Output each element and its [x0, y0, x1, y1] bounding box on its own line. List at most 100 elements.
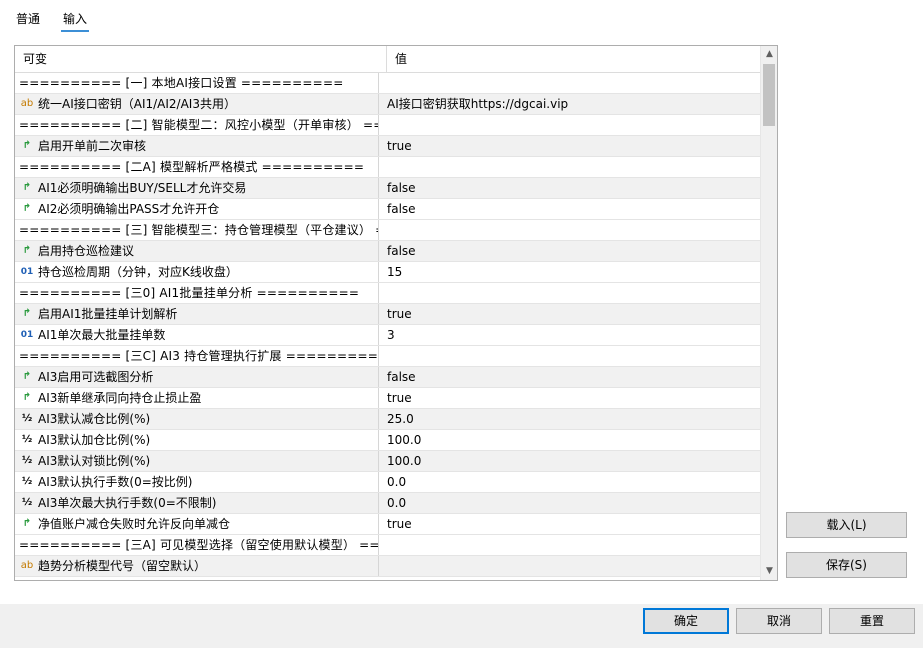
bool-type-icon: ↱	[22, 308, 32, 319]
row-label: AI2必须明确输出PASS才允许开仓	[38, 202, 220, 216]
row-label: AI1单次最大批量挂单数	[38, 328, 166, 342]
variable-value[interactable]	[387, 346, 757, 366]
row-label: 净值账户减仓失败时允许反向单减仓	[38, 517, 231, 531]
input-row[interactable]: ½ AI3默认执行手数(0=按比例) 0.0	[15, 472, 760, 493]
int-type-icon: 01	[20, 267, 34, 277]
variable-name: ½ AI3单次最大执行手数(0=不限制)	[15, 493, 379, 513]
row-label: 启用开单前二次审核	[38, 139, 147, 153]
variable-value[interactable]: 0.0	[387, 493, 757, 513]
variable-value[interactable]	[387, 283, 757, 303]
column-header-value[interactable]: 值	[387, 46, 755, 72]
dialog-panel: 普通 输入 可变 值 ========== [一] 本地AI接口设置 =====…	[0, 0, 923, 604]
input-row[interactable]: ↱ 启用开单前二次审核 true	[15, 136, 760, 157]
vertical-scrollbar[interactable]: ▲ ▼	[760, 46, 777, 580]
row-label: 启用AI1批量挂单计划解析	[38, 307, 178, 321]
input-row[interactable]: ↱ AI3启用可选截图分析 false	[15, 367, 760, 388]
variable-value[interactable]: 0.0	[387, 472, 757, 492]
tab-common[interactable]: 普通	[16, 11, 40, 27]
tab-inputs[interactable]: 输入	[60, 11, 90, 32]
variable-value[interactable]	[387, 115, 757, 135]
grid-header: 可变 值	[15, 46, 760, 73]
ok-button[interactable]: 确定	[643, 608, 729, 634]
variable-name: ↱ 净值账户减仓失败时允许反向单减仓	[15, 514, 379, 534]
separator-label: ========== [三C] AI3 持仓管理执行扩展 ==========	[15, 346, 379, 366]
input-row[interactable]: ½ AI3单次最大执行手数(0=不限制) 0.0	[15, 493, 760, 514]
section-separator-row[interactable]: ========== [三A] 可见模型选择（留空使用默认模型） ===...	[15, 535, 760, 556]
inputs-grid: 可变 值 ========== [一] 本地AI接口设置 ========== a…	[14, 45, 778, 581]
text-type-icon: ab	[20, 560, 34, 571]
variable-name: ½ AI3默认加仓比例(%)	[15, 430, 379, 450]
variable-name: ↱ 启用持仓巡检建议	[15, 241, 379, 261]
variable-value[interactable]	[387, 157, 757, 177]
variable-value[interactable]	[387, 535, 757, 555]
variable-name: ↱ 启用AI1批量挂单计划解析	[15, 304, 379, 324]
variable-value[interactable]: false	[387, 241, 757, 261]
row-label: ========== [三] 智能模型三：持仓管理模型（平仓建议） =...	[19, 223, 379, 237]
load-button[interactable]: 载入(L)	[786, 512, 907, 538]
section-separator-row[interactable]: ========== [三C] AI3 持仓管理执行扩展 ==========	[15, 346, 760, 367]
bool-type-icon: ↱	[22, 245, 32, 256]
grid-rows: ========== [一] 本地AI接口设置 ========== ab 统一AI…	[15, 73, 760, 577]
input-row[interactable]: ↱ AI3新单继承同向持仓止损止盈 true	[15, 388, 760, 409]
variable-value[interactable]: false	[387, 199, 757, 219]
variable-value[interactable]	[387, 73, 757, 93]
text-type-icon: ab	[20, 98, 34, 109]
variable-value[interactable]: true	[387, 136, 757, 156]
variable-value[interactable]	[387, 556, 757, 576]
row-label: AI3默认减仓比例(%)	[38, 412, 151, 426]
variable-value[interactable]: false	[387, 367, 757, 387]
section-separator-row[interactable]: ========== [三] 智能模型三：持仓管理模型（平仓建议） =...	[15, 220, 760, 241]
input-row[interactable]: ↱ 启用持仓巡检建议 false	[15, 241, 760, 262]
section-separator-row[interactable]: ========== [二A] 模型解析严格模式 ==========	[15, 157, 760, 178]
cancel-button[interactable]: 取消	[736, 608, 822, 634]
variable-value[interactable]: true	[387, 304, 757, 324]
section-separator-row[interactable]: ========== [一] 本地AI接口设置 ==========	[15, 73, 760, 94]
scrollbar-thumb[interactable]	[763, 64, 775, 126]
variable-value[interactable]: 15	[387, 262, 757, 282]
section-separator-row[interactable]: ========== [二] 智能模型二：风控小模型（开单审核） ===...	[15, 115, 760, 136]
row-label: AI3单次最大执行手数(0=不限制)	[38, 496, 217, 510]
scroll-up-icon[interactable]: ▲	[761, 46, 777, 63]
variable-name: ½ AI3默认对锁比例(%)	[15, 451, 379, 471]
row-label: ========== [三A] 可见模型选择（留空使用默认模型） ===...	[19, 538, 379, 552]
reset-button[interactable]: 重置	[829, 608, 915, 634]
variable-name: ↱ AI3新单继承同向持仓止损止盈	[15, 388, 379, 408]
row-label: ========== [一] 本地AI接口设置 ==========	[19, 76, 344, 90]
input-row[interactable]: 01 AI1单次最大批量挂单数 3	[15, 325, 760, 346]
input-row[interactable]: ½ AI3默认加仓比例(%) 100.0	[15, 430, 760, 451]
input-row[interactable]: 01 持仓巡检周期（分钟，对应K线收盘） 15	[15, 262, 760, 283]
variable-value[interactable]: 100.0	[387, 451, 757, 471]
variable-name: ↱ AI2必须明确输出PASS才允许开仓	[15, 199, 379, 219]
input-row[interactable]: ↱ 净值账户减仓失败时允许反向单减仓 true	[15, 514, 760, 535]
separator-label: ========== [三0] AI1批量挂单分析 ==========	[15, 283, 379, 303]
variable-value[interactable]: 100.0	[387, 430, 757, 450]
save-button[interactable]: 保存(S)	[786, 552, 907, 578]
input-row[interactable]: ½ AI3默认对锁比例(%) 100.0	[15, 451, 760, 472]
separator-label: ========== [一] 本地AI接口设置 ==========	[15, 73, 379, 93]
scroll-down-icon[interactable]: ▼	[761, 563, 777, 580]
variable-name: ↱ AI3启用可选截图分析	[15, 367, 379, 387]
variable-value[interactable]: 3	[387, 325, 757, 345]
input-row[interactable]: ab 趋势分析模型代号（留空默认）	[15, 556, 760, 577]
input-row[interactable]: ↱ 启用AI1批量挂单计划解析 true	[15, 304, 760, 325]
variable-value[interactable]: AI接口密钥获取https://dgcai.vip	[387, 94, 757, 114]
bool-type-icon: ↱	[22, 392, 32, 403]
row-label: AI3新单继承同向持仓止损止盈	[38, 391, 202, 405]
variable-value[interactable]: true	[387, 388, 757, 408]
row-label: 启用持仓巡检建议	[38, 244, 135, 258]
column-header-variable[interactable]: 可变	[15, 46, 387, 72]
variable-value[interactable]: false	[387, 178, 757, 198]
row-label: 持仓巡检周期（分钟，对应K线收盘）	[38, 265, 238, 279]
variable-value[interactable]	[387, 220, 757, 240]
input-row[interactable]: ½ AI3默认减仓比例(%) 25.0	[15, 409, 760, 430]
separator-label: ========== [二A] 模型解析严格模式 ==========	[15, 157, 379, 177]
input-row[interactable]: ↱ AI2必须明确输出PASS才允许开仓 false	[15, 199, 760, 220]
double-type-icon: ½	[21, 413, 33, 424]
row-label: AI1必须明确输出BUY/SELL才允许交易	[38, 181, 247, 195]
variable-value[interactable]: 25.0	[387, 409, 757, 429]
section-separator-row[interactable]: ========== [三0] AI1批量挂单分析 ==========	[15, 283, 760, 304]
input-row[interactable]: ↱ AI1必须明确输出BUY/SELL才允许交易 false	[15, 178, 760, 199]
separator-label: ========== [三] 智能模型三：持仓管理模型（平仓建议） =...	[15, 220, 379, 240]
input-row[interactable]: ab 统一AI接口密钥（AI1/AI2/AI3共用） AI接口密钥获取https:/…	[15, 94, 760, 115]
variable-value[interactable]: true	[387, 514, 757, 534]
